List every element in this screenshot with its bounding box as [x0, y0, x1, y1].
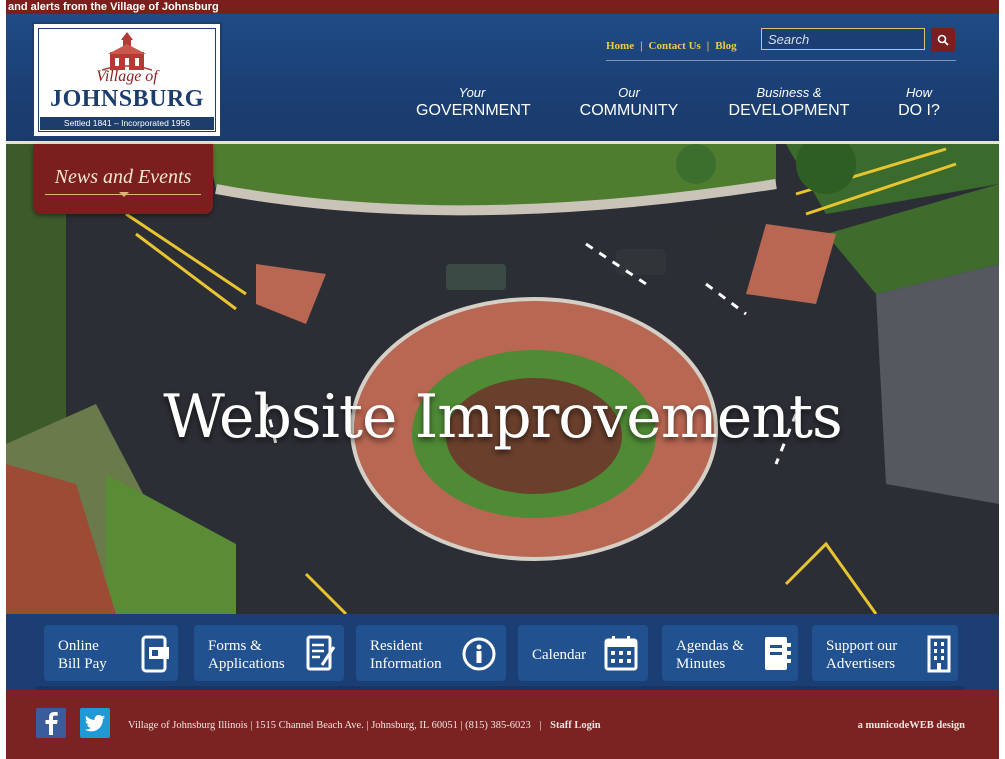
municode-credit[interactable]: a municodeWEB design: [858, 720, 965, 731]
logo-tagline: Settled 1841 – Incorporated 1956: [40, 117, 214, 130]
page-frame: and alerts from the Village of Johnsburg…: [6, 0, 999, 759]
nav-small-text: Our: [618, 85, 640, 100]
nav-small-text: Your: [458, 85, 486, 100]
caret-down-icon: [119, 192, 129, 197]
building-icon: [927, 635, 951, 673]
quick-link-label: Online Bill Pay: [58, 638, 107, 672]
nav-big-text: DO I?: [898, 102, 940, 119]
quick-link-agendas[interactable]: Agendas & Minutes: [662, 625, 798, 681]
quick-link-advertisers[interactable]: Support our Advertisers: [812, 625, 958, 681]
hero-banner[interactable]: [6, 144, 999, 614]
quick-link-bill-pay[interactable]: Online Bill Pay: [44, 625, 178, 681]
nav-how-do-i[interactable]: How DO I?: [894, 85, 944, 120]
roundabout-aerial-image: [6, 144, 999, 614]
nav-small-text: How: [905, 85, 932, 100]
staff-login-link[interactable]: Staff Login: [550, 720, 600, 731]
search-icon: [937, 34, 949, 46]
quick-link-label: Calendar: [532, 647, 587, 663]
nav-small-text: Business &: [756, 85, 822, 100]
quick-link-forms[interactable]: Forms & Applications: [194, 625, 344, 681]
separator: |: [539, 720, 542, 731]
twitter-icon: [85, 715, 105, 732]
quick-link-calendar[interactable]: Calendar: [518, 625, 648, 681]
site-footer: Village of Johnsburg Illinois | 1515 Cha…: [6, 690, 999, 759]
quick-links-bar: Online Bill Pay Forms & Applications Resid…: [36, 617, 964, 687]
nav-big-text: GOVERNMENT: [416, 102, 531, 119]
nav-business[interactable]: Business & DEVELOPMENT: [728, 85, 850, 120]
nav-big-text: DEVELOPMENT: [728, 102, 850, 119]
logo-name: JOHNSBURG: [50, 86, 204, 112]
home-link[interactable]: Home: [606, 40, 634, 52]
separator: |: [706, 40, 710, 52]
utility-nav: Home | Contact Us | Blog: [606, 40, 737, 52]
twitter-button[interactable]: [80, 708, 110, 738]
hero-title[interactable]: Website Improvements: [6, 382, 999, 452]
footer-address: Village of Johnsburg Illinois | 1515 Cha…: [128, 720, 601, 731]
separator: |: [640, 40, 643, 52]
address-text: Village of Johnsburg Illinois | 1515 Cha…: [128, 720, 531, 731]
notebook-icon: [765, 637, 791, 670]
quick-link-label: Agendas & Minutes: [676, 638, 744, 672]
facebook-button[interactable]: [36, 708, 66, 738]
quick-link-resident-info[interactable]: Resident Information: [356, 625, 506, 681]
bill-pay-icon: [141, 635, 169, 673]
blog-link[interactable]: Blog: [715, 40, 736, 52]
news-events-label: News and Events: [54, 166, 192, 188]
alert-ticker[interactable]: and alerts from the Village of Johnsburg: [6, 0, 999, 14]
search-input[interactable]: Search: [761, 28, 925, 50]
nav-government[interactable]: Your GOVERNMENT: [416, 85, 531, 120]
church-building-icon: [102, 32, 152, 71]
village-logo[interactable]: Village of JOHNSBURG Settled 1841 – Inco…: [32, 22, 222, 138]
nav-community[interactable]: Our COMMUNITY: [576, 85, 682, 120]
contact-link[interactable]: Contact Us: [649, 40, 701, 52]
quick-link-label: Support our Advertisers: [826, 638, 898, 672]
calendar-icon: [604, 636, 638, 671]
logo-village-text: Village of: [96, 68, 158, 85]
search-button[interactable]: [931, 28, 955, 52]
quick-link-label: Forms & Applications: [208, 638, 285, 672]
info-icon: [462, 637, 496, 671]
utility-divider: [606, 60, 956, 61]
quick-link-label: Resident Information: [370, 638, 442, 672]
news-events-tab[interactable]: News and Events: [33, 144, 213, 214]
site-header: Village of JOHNSBURG Settled 1841 – Inco…: [6, 14, 999, 144]
nav-big-text: COMMUNITY: [579, 102, 679, 119]
facebook-icon: [45, 712, 58, 735]
forms-icon: [306, 635, 336, 671]
